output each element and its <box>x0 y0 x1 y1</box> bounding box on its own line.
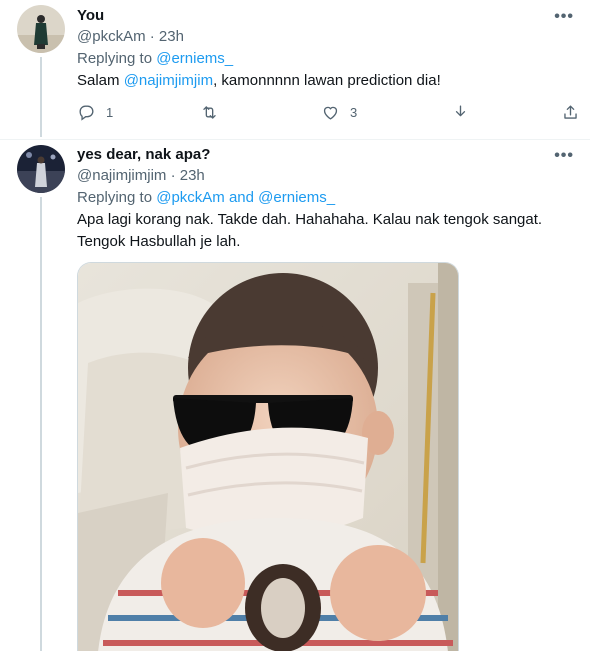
text-part: , kamonnnnn lawan prediction dia! <box>213 72 441 89</box>
timestamp[interactable]: 23h <box>159 28 184 45</box>
tweet-1[interactable]: You @pkckAm · 23h ••• Replying to @ernie… <box>0 0 590 140</box>
thread-line <box>40 57 42 137</box>
handle[interactable]: @najimjimjim <box>77 167 166 184</box>
text-line: Apa lagi korang nak. Takde dah. Hahahaha… <box>77 211 543 228</box>
avatar-image <box>17 145 65 193</box>
share-icon <box>564 105 577 119</box>
photo-baby-sunglasses <box>78 263 458 651</box>
text-part: Salam <box>77 72 124 89</box>
like-button[interactable]: 3 <box>321 103 357 122</box>
retweet-icon <box>203 106 216 119</box>
avatar-image <box>17 5 65 53</box>
tweet-text: Apa lagi korang nak. Takde dah. Hahahaha… <box>77 209 557 253</box>
display-name[interactable]: yes dear, nak apa? <box>77 146 210 163</box>
more-icon[interactable]: ••• <box>554 147 574 165</box>
like-icon <box>323 106 338 120</box>
tweet-text: Salam @najimjimjim, kamonnnnn lawan pred… <box>77 70 557 92</box>
replying-prefix: Replying to <box>77 189 153 206</box>
mention-link[interactable]: @erniems_ <box>258 189 335 206</box>
display-name[interactable]: You <box>77 7 104 24</box>
like-count: 3 <box>350 105 358 120</box>
replying-to: Replying to @erniems_ <box>77 50 233 67</box>
mention-link[interactable]: @pkckAm <box>156 189 225 206</box>
handle-time: @pkckAm · 23h <box>77 28 184 45</box>
download-button[interactable] <box>451 103 470 122</box>
timestamp[interactable]: 23h <box>180 167 205 184</box>
replying-to: Replying to @pkckAm and @erniems_ <box>77 189 335 206</box>
reply-icon <box>79 105 94 121</box>
thread-line <box>40 197 42 651</box>
mention-link[interactable]: @erniems_ <box>156 50 233 67</box>
mention-link[interactable]: @najimjimjim <box>124 72 213 89</box>
avatar-najimjimjim[interactable] <box>17 145 65 193</box>
separator: · <box>170 167 176 184</box>
download-icon <box>455 105 466 117</box>
tweet-media-photo[interactable] <box>77 262 459 651</box>
text-line: Tengok Hasbullah je lah. <box>77 233 241 250</box>
handle-time: @najimjimjim · 23h <box>77 167 205 184</box>
handle[interactable]: @pkckAm <box>77 28 146 45</box>
action-bar: 1 3 <box>77 103 577 125</box>
reply-button[interactable]: 1 <box>77 103 113 122</box>
reply-count: 1 <box>106 105 114 120</box>
retweet-button[interactable] <box>200 103 219 122</box>
avatar-you[interactable] <box>17 5 65 53</box>
separator: · <box>149 28 155 45</box>
and-word: and <box>228 189 254 206</box>
share-button[interactable] <box>561 103 580 122</box>
replying-prefix: Replying to <box>77 50 153 67</box>
more-icon[interactable]: ••• <box>554 8 574 26</box>
